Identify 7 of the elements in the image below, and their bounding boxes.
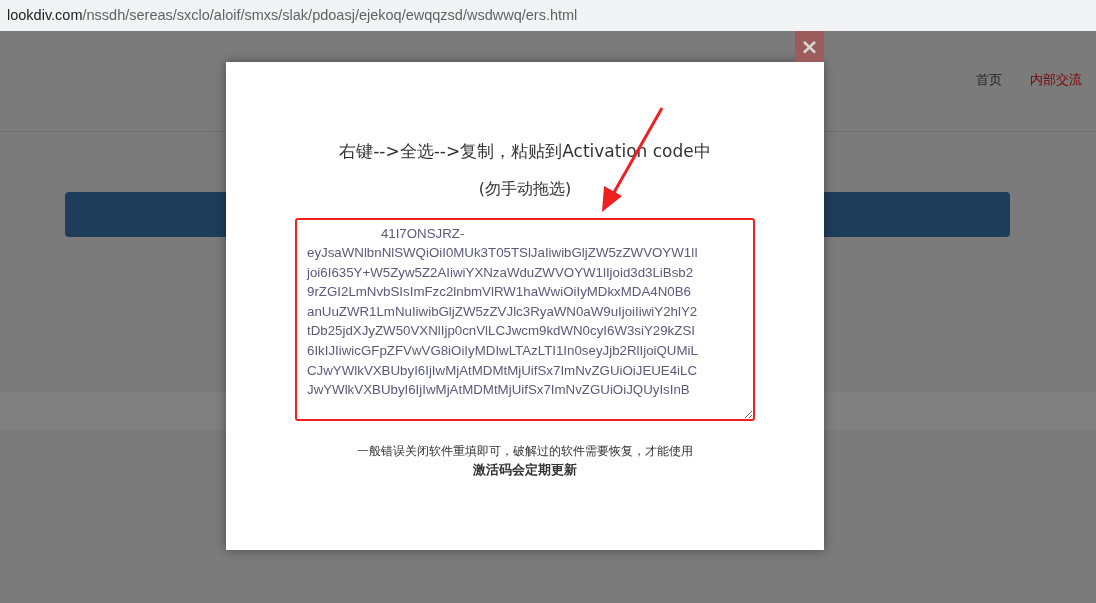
update-note-text: 激活码会定期更新 [473,460,577,479]
hint-text: (勿手动拖选) [478,177,572,200]
activation-code-field[interactable]: 41I7ONSJRZ- eyJsaWNlbnNlSWQiOiI0MUk3T05TSlJaIiwibGljZW5zZWVOYW1lI joi6I635Y+W5Zyw5Z2AIiwiYXNzaWduZWVOYW1lIjoid3d3LiBsb2 9rZGI2LmNvbSIsImFzc2lnbmVlRW1haWwiOiIyMDkxMDA4N0B6 anUuZWR1LmNuIiwibGljZW5zZVJlc3RyaWN0aW9uIjoiIiwiY2hlY2 tDb25jdXJyZW50VXNlIjp0cnVlLCJwcm9kdWN0cyI6W3siY29kZSI 6IkIJIiwicGFpZFVwVG8iOiIyMDIwLTAzLTI1In0seyJjb2RlIjoiQUMiL CJwYWlkVXBUbyI6IjIwMjAtMDMtMjUifSx7ImNvZGUiOiJEUE4iLC JwYWlkVXBUbyI6IjIwMjAtMDMtMjUifSx7ImNvZGUiOiJQUyIsInB [295,217,755,421]
note-text: 一般错误关闭软件重填即可，破解过的软件需要恢复，才能使用 [357,442,693,460]
nav-link[interactable]: 内部交流 [1030,70,1082,90]
nav-link[interactable]: 首页 [976,70,1002,90]
close-button[interactable]: × [795,31,824,62]
